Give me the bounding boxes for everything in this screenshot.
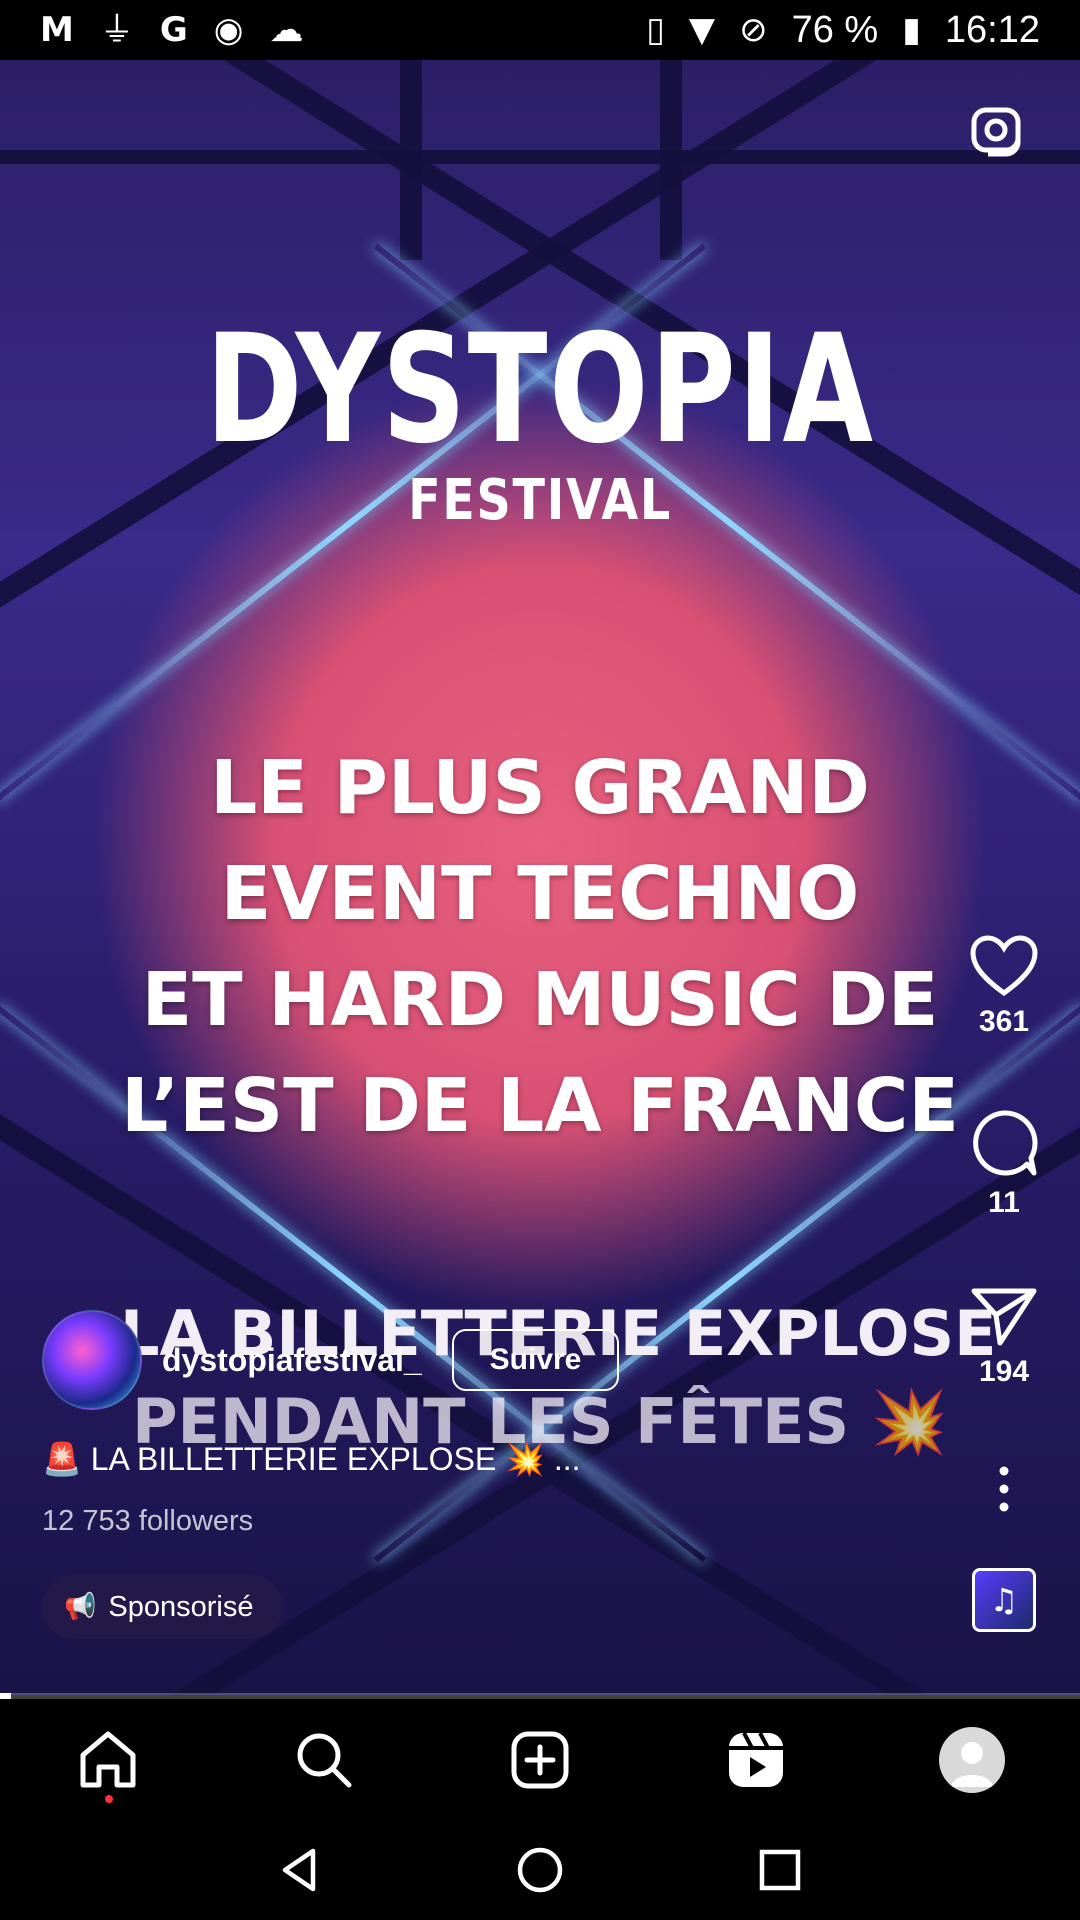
author-avatar[interactable] <box>42 1310 142 1410</box>
like-action[interactable]: 361 <box>960 935 1048 1039</box>
author-row: dystopiafestival_ Suivre <box>42 1310 620 1410</box>
google-icon: G <box>159 10 188 50</box>
wifi-icon: ▼ <box>688 10 716 50</box>
recents-icon[interactable] <box>755 1845 805 1895</box>
festival-logo: DYSTOPIA FESTIVAL <box>0 315 1080 531</box>
status-right-icons: ▯ ▼ ⊘ 76 % ▮ 16:12 <box>646 9 1040 52</box>
search-icon <box>297 1733 352 1787</box>
author-username[interactable]: dystopiafestival_ <box>162 1342 422 1379</box>
bottom-navigation <box>0 1699 1080 1820</box>
home-circle-icon[interactable] <box>515 1845 565 1895</box>
follower-count: 12 753 followers <box>42 1505 254 1537</box>
usb-icon: ⏚ <box>99 10 134 50</box>
nav-create[interactable] <box>495 1715 585 1805</box>
headline-line: ET HARD MUSIC DE <box>141 957 939 1043</box>
headline-line: LE PLUS GRAND <box>210 745 870 831</box>
nav-search[interactable] <box>279 1715 369 1805</box>
more-options-button[interactable] <box>960 1465 1048 1513</box>
audio-button[interactable]: ♫ <box>960 1568 1048 1632</box>
clock: 16:12 <box>944 8 1040 51</box>
post-caption[interactable]: 🚨 LA BILLETTERIE EXPLOSE 💥 ... <box>42 1440 581 1478</box>
music-note-icon: ♫ <box>989 1581 1019 1619</box>
sponsored-badge[interactable]: 📢 Sponsorisé <box>42 1575 284 1639</box>
app-icon: ◉ <box>213 10 244 50</box>
heart-icon <box>970 935 1038 997</box>
headline-line: L’EST DE LA FRANCE <box>121 1063 959 1149</box>
comment-action[interactable]: 11 <box>960 1108 1048 1220</box>
status-bar: M ⏚ G ◉ ☁ ▯ ▼ ⊘ 76 % ▮ 16:12 <box>0 0 1080 60</box>
more-vertical-icon <box>999 1466 1009 1512</box>
no-sim-icon: ⊘ <box>739 10 768 50</box>
like-count: 361 <box>978 1005 1030 1038</box>
status-left-icons: M ⏚ G ◉ ☁ <box>40 13 303 47</box>
share-count: 194 <box>978 1355 1030 1388</box>
logo-title: DYSTOPIA <box>205 303 875 477</box>
system-navigation-bar <box>0 1820 1080 1920</box>
home-icon <box>80 1731 136 1787</box>
logo-subtitle: FESTIVAL <box>408 468 672 533</box>
audio-thumbnail: ♫ <box>972 1568 1036 1632</box>
vibrate-icon: ▯ <box>646 10 665 50</box>
send-icon <box>971 1288 1037 1346</box>
girder <box>0 150 1080 164</box>
profile-avatar <box>939 1726 1005 1793</box>
camera-button[interactable] <box>968 100 1028 160</box>
battery-charging-icon: ▮ <box>902 10 921 50</box>
gmail-icon: M <box>40 10 74 50</box>
nav-home[interactable] <box>63 1715 153 1805</box>
comment-icon <box>973 1110 1038 1176</box>
back-icon[interactable] <box>275 1845 325 1895</box>
comment-count: 11 <box>988 1186 1020 1219</box>
user-silhouette-icon <box>951 1741 993 1787</box>
follow-button[interactable]: Suivre <box>451 1329 620 1391</box>
add-post-icon <box>511 1731 569 1788</box>
reels-icon <box>729 1731 783 1787</box>
megaphone-icon: 📢 <box>64 1592 97 1622</box>
camera-icon <box>971 107 1021 157</box>
notification-dot <box>105 1794 113 1803</box>
cloud-icon: ☁ <box>269 10 304 50</box>
nav-profile[interactable] <box>927 1715 1017 1805</box>
sponsored-label: Sponsorisé <box>108 1590 254 1623</box>
share-action[interactable]: 194 <box>960 1285 1048 1389</box>
video-headline: LE PLUS GRAND EVENT TECHNO ET HARD MUSIC… <box>60 735 1020 1159</box>
headline-line: EVENT TECHNO <box>220 851 860 937</box>
battery-percent: 76 % <box>791 8 879 51</box>
nav-reels[interactable] <box>711 1715 801 1805</box>
